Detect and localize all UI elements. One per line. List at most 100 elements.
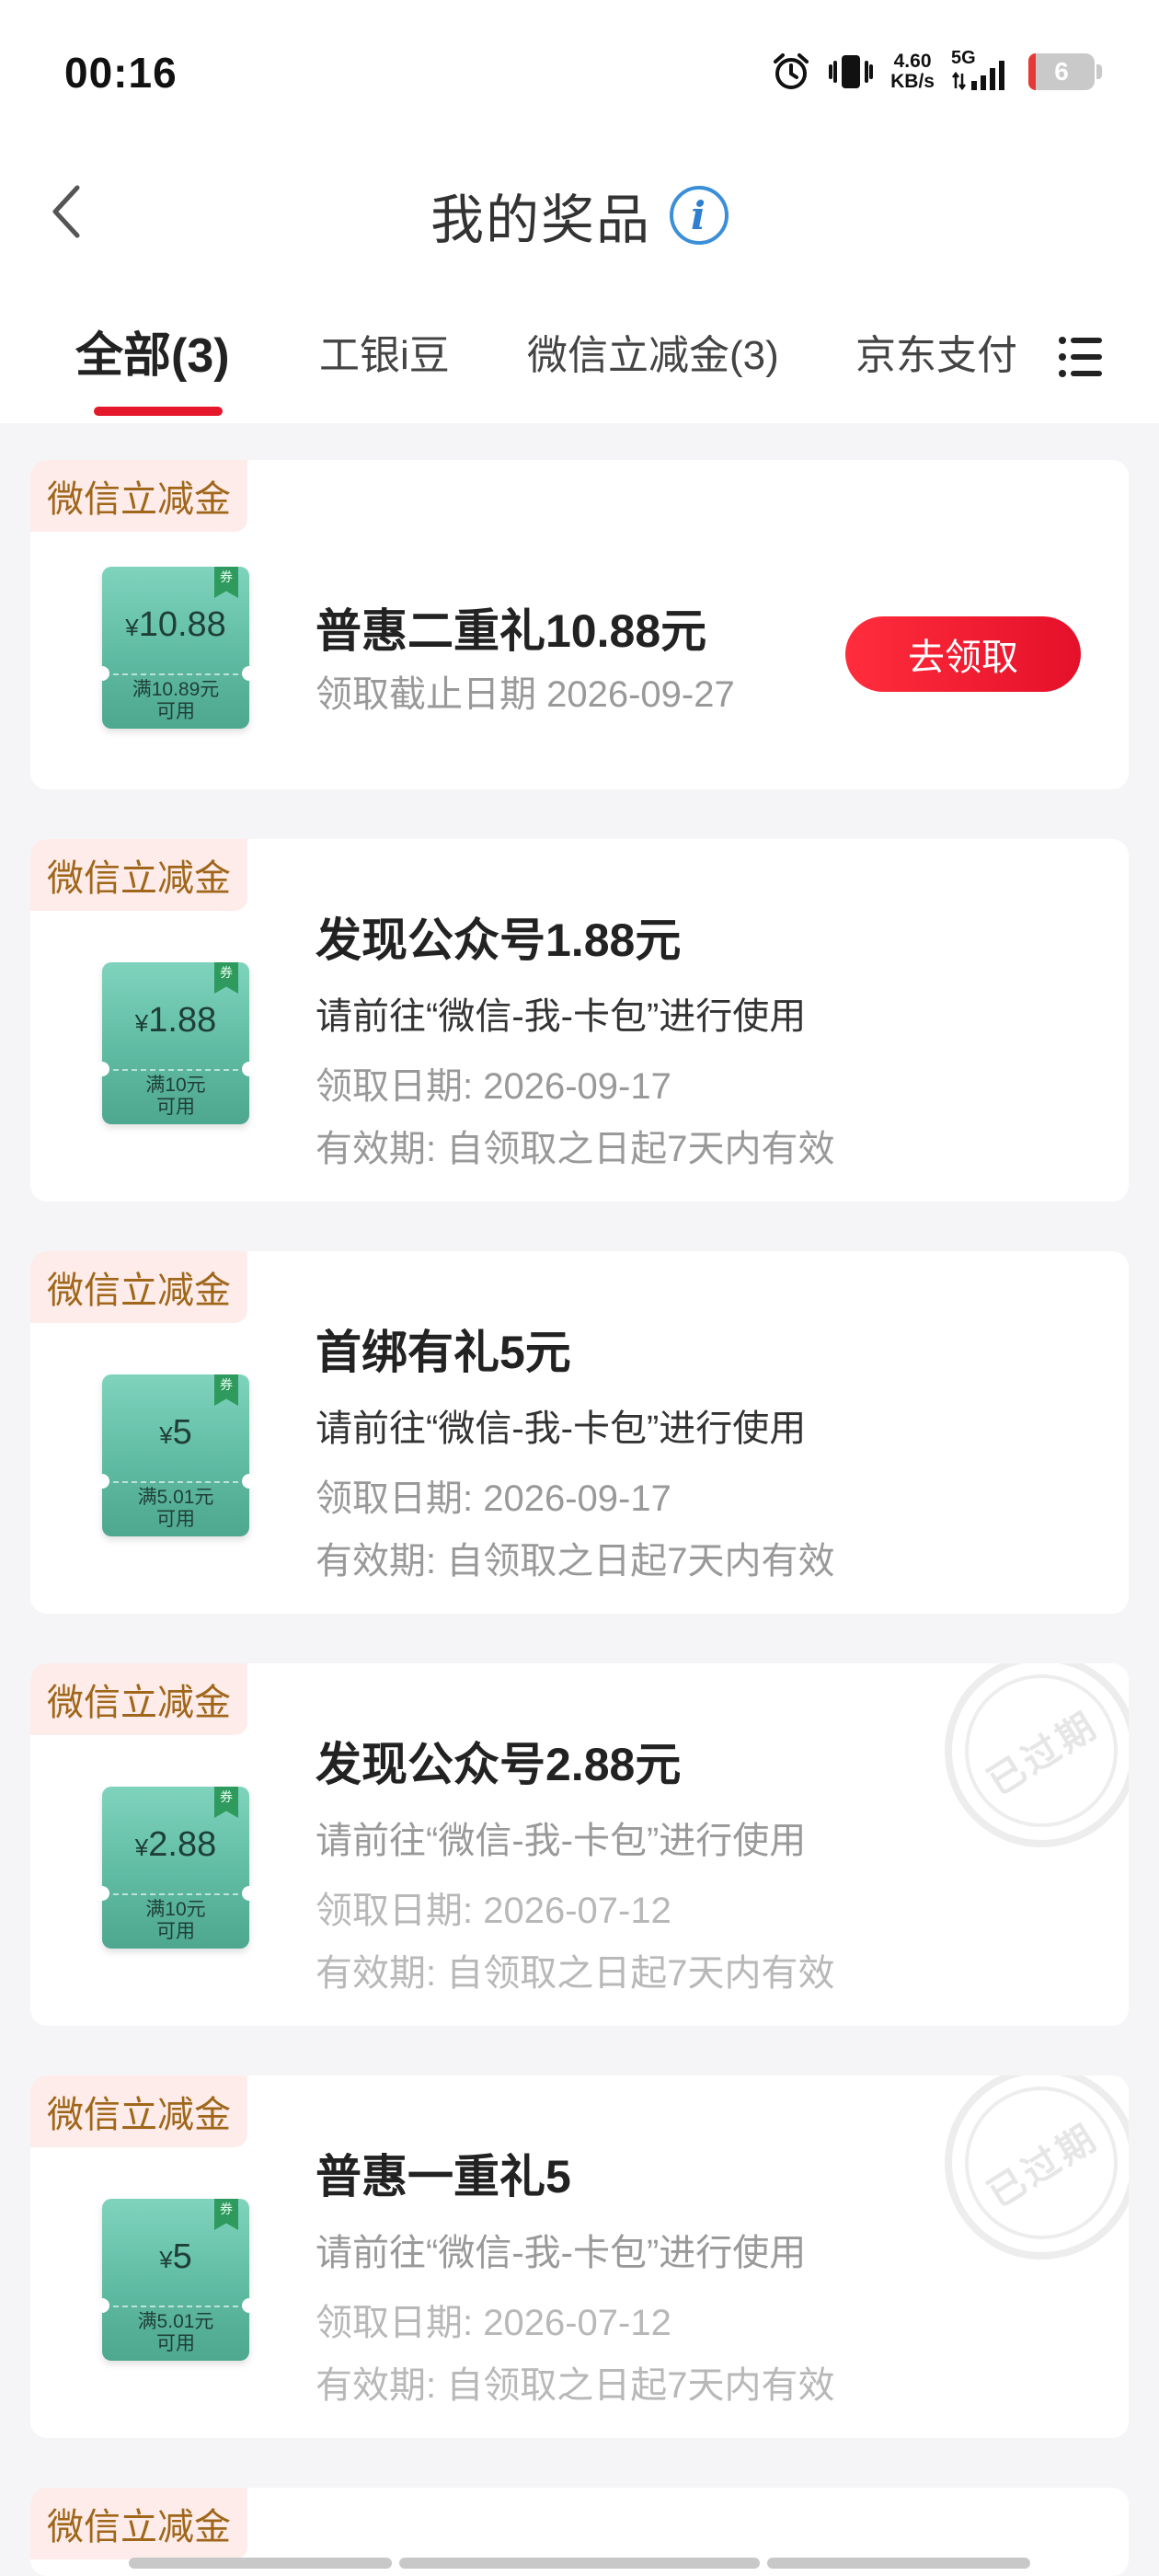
vibrate-icon [828, 52, 874, 92]
prize-validity: 有效期: 自领取之日起7天内有效 [316, 1953, 835, 1994]
tab-icbc-beans[interactable]: 工银i豆 [319, 322, 450, 381]
prize-validity: 有效期: 自领取之日起7天内有效 [316, 1129, 835, 1169]
prize-claim-date: 领取日期: 2026-09-17 [316, 1478, 671, 1519]
coupon-ribbon-icon: 券 [214, 962, 238, 994]
prize-title: 首绑有礼5元 [316, 1327, 571, 1378]
prize-usage-hint: 请前往“微信-我-卡包”进行使用 [316, 1821, 807, 1861]
coupon-ribbon-icon: 券 [214, 1374, 238, 1406]
prize-title: 普惠二重礼10.88元 [316, 605, 707, 657]
tab-active-indicator [94, 407, 223, 416]
page-title: 我的奖品 [430, 190, 651, 250]
coupon-ribbon-icon: 券 [214, 1787, 238, 1818]
coupon-condition: 满5.01元 可用 [102, 1487, 249, 1531]
prize-type-tag: 微信立减金 [30, 2076, 247, 2147]
alarm-icon [771, 52, 811, 92]
coupon-value: 5 [172, 2237, 192, 2276]
coupon-amount: ¥5 [102, 2237, 249, 2277]
coupon-currency: ¥ [125, 614, 139, 641]
coupon-amount: ¥10.88 [102, 605, 249, 645]
info-icon[interactable]: i [670, 186, 729, 245]
coupon-amount: ¥1.88 [102, 1001, 249, 1041]
coupon-divider [113, 1481, 238, 1483]
coupon-currency: ¥ [159, 2246, 173, 2273]
coupon-value: 1.88 [148, 1001, 217, 1040]
coupon-threshold: 满10元 [145, 1899, 206, 1920]
prize-usage-hint: 请前往“微信-我-卡包”进行使用 [316, 1409, 807, 1449]
prize-claim-date: 领取日期: 2026-09-17 [316, 1066, 671, 1107]
prize-type-tag: 微信立减金 [30, 460, 247, 532]
prize-type-tag: 微信立减金 [30, 1663, 247, 1735]
prize-validity: 有效期: 自领取之日起7天内有效 [316, 1541, 835, 1581]
coupon-divider [113, 1893, 238, 1895]
coupon-usable: 可用 [156, 701, 195, 722]
expired-stamp-text: 已过期 [981, 1704, 1106, 1804]
prize-card[interactable]: 已过期 微信立减金 券 ¥5 满5.01元 可用 普惠一重礼5 请前往“微信-我… [30, 2076, 1129, 2438]
network-speed-unit: KB/s [890, 71, 935, 92]
coupon-threshold: 满10.89元 [132, 679, 220, 700]
tab-menu-button[interactable] [1058, 329, 1104, 385]
coupon-threshold: 满10元 [145, 1075, 206, 1096]
coupon-amount: ¥2.88 [102, 1825, 249, 1865]
battery-level: 6 [1054, 57, 1069, 86]
coupon-divider [113, 1069, 238, 1071]
signal-icon: 5G [951, 48, 1012, 92]
prize-title: 普惠一重礼5 [316, 2151, 571, 2202]
coupon-threshold: 满5.01元 [137, 1487, 214, 1508]
expired-stamp: 已过期 [945, 1663, 1129, 1847]
tab-wechat-discount[interactable]: 微信立减金(3) [527, 322, 779, 381]
coupon-thumbnail: 券 ¥5 满5.01元 可用 [95, 1374, 257, 1536]
coupon-divider [113, 2306, 238, 2307]
tab-bar: 全部(3) 工银i豆 微信立减金(3) 京东支付 [0, 285, 1159, 423]
prize-usage-hint: 请前往“微信-我-卡包”进行使用 [316, 996, 807, 1037]
coupon-divider [113, 673, 238, 675]
prize-card[interactable]: 微信立减金 券 ¥1.88 满10元 可用 发现公众号1.88元 请前往“微信-… [30, 839, 1129, 1202]
prize-validity: 有效期: 自领取之日起7天内有效 [316, 2365, 835, 2406]
coupon-usable: 可用 [156, 1921, 195, 1942]
prize-card[interactable]: 微信立减金 券 ¥10.88 满10.89元 可用 普惠二重礼10.88元 领取… [30, 460, 1129, 789]
coupon-ribbon-icon: 券 [214, 567, 238, 598]
claim-button[interactable]: 去领取 [845, 616, 1081, 692]
prize-claim-date: 领取日期: 2026-07-12 [316, 2303, 671, 2343]
status-icons: 4.60 KB/s 5G 6 [771, 48, 1102, 92]
coupon-thumbnail: 券 ¥10.88 满10.89元 可用 [95, 567, 257, 729]
network-speed-value: 4.60 [893, 51, 932, 72]
prize-type-tag: 微信立减金 [30, 2488, 247, 2559]
coupon-value: 2.88 [148, 1825, 217, 1864]
coupon-currency: ¥ [134, 1009, 149, 1037]
coupon-condition: 满10元 可用 [102, 1075, 249, 1119]
coupon-currency: ¥ [134, 1834, 149, 1861]
page-indicator [399, 2558, 760, 2569]
header: 我的奖品 i [0, 138, 1159, 285]
coupon-thumbnail: 券 ¥1.88 满10元 可用 [95, 962, 257, 1124]
expired-stamp-text: 已过期 [981, 2116, 1106, 2216]
page-indicator [129, 2558, 392, 2569]
coupon-usable: 可用 [156, 1097, 195, 1118]
prize-usage-hint: 请前往“微信-我-卡包”进行使用 [316, 2233, 807, 2273]
coupon-thumbnail: 券 ¥2.88 满10元 可用 [95, 1787, 257, 1949]
expired-stamp: 已过期 [945, 2076, 1129, 2260]
page-title-wrap: 我的奖品 i [0, 177, 1159, 254]
coupon-condition: 满5.01元 可用 [102, 2311, 249, 2355]
coupon-threshold: 满5.01元 [137, 2311, 214, 2332]
coupon-usable: 可用 [156, 2333, 195, 2354]
coupon-currency: ¥ [159, 1421, 173, 1449]
prize-card[interactable]: 微信立减金 券 ¥5 满5.01元 可用 首绑有礼5元 请前往“微信-我-卡包”… [30, 1251, 1129, 1614]
tab-jd-pay[interactable]: 京东支付 [855, 322, 1021, 381]
status-time: 00:16 [64, 49, 178, 97]
prize-title: 发现公众号2.88元 [316, 1739, 682, 1790]
coupon-amount: ¥5 [102, 1413, 249, 1453]
network-speed: 4.60 KB/s [890, 52, 935, 92]
prize-card[interactable]: 已过期 微信立减金 券 ¥2.88 满10元 可用 发现公众号2.88元 请前往… [30, 1663, 1129, 2026]
coupon-value: 10.88 [138, 605, 226, 644]
coupon-usable: 可用 [156, 1509, 195, 1530]
coupon-ribbon-icon: 券 [214, 2199, 238, 2230]
page-indicator [767, 2558, 1030, 2569]
prize-type-tag: 微信立减金 [30, 839, 247, 911]
coupon-thumbnail: 券 ¥5 满5.01元 可用 [95, 2199, 257, 2361]
tab-all[interactable]: 全部(3) [75, 316, 230, 385]
prize-title: 发现公众号1.88元 [316, 914, 682, 966]
coupon-condition: 满10.89元 可用 [102, 679, 249, 723]
coupon-value: 5 [172, 1413, 192, 1452]
prize-deadline: 领取截止日期 2026-09-27 [316, 674, 735, 715]
prize-type-tag: 微信立减金 [30, 1251, 247, 1323]
